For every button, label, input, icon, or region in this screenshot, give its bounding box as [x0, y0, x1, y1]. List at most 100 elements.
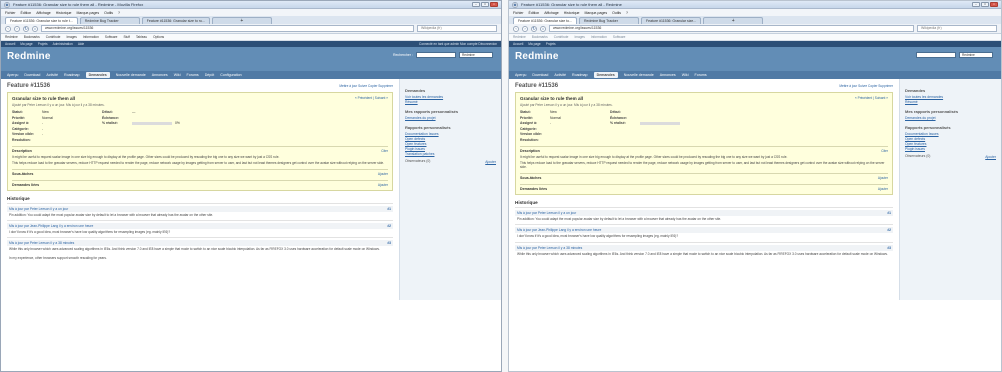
reload-icon[interactable]: ↻ [531, 25, 537, 32]
forward-icon[interactable]: › [522, 25, 528, 32]
add-subtask-link[interactable]: Ajouter [878, 176, 888, 180]
tab-overview[interactable]: Aperçu [515, 73, 526, 77]
sidebar-link[interactable]: Résumé [905, 100, 996, 104]
journal-author[interactable]: Mis à jour par Peter Leeson il y a 38 mi… [517, 246, 582, 250]
close-button[interactable]: × [990, 2, 998, 7]
tab-wiki[interactable]: Wiki [174, 73, 181, 77]
search-input[interactable]: Wikipedia (fr) [917, 25, 997, 32]
reload-icon[interactable]: ↻ [23, 25, 29, 32]
menu-item[interactable]: Édition [21, 11, 32, 15]
bookmark-item[interactable]: Bookmarks [24, 35, 40, 39]
url-field[interactable]: www.redmine.org/issues/11536 [549, 25, 914, 32]
add-watcher-link[interactable]: Ajouter [485, 160, 496, 164]
project-jump-select[interactable]: Redmine [959, 52, 993, 58]
top-menu-item[interactable]: Ma page [20, 42, 32, 46]
bookmark-item[interactable]: Bookmarks [532, 35, 548, 39]
tab-new-issue[interactable]: Nouvelle demande [116, 73, 146, 77]
browser-tab[interactable]: Redmine Bug Tracker [79, 17, 140, 24]
search-input[interactable]: Wikipedia (fr) [417, 25, 497, 32]
minimize-button[interactable]: – [972, 2, 980, 7]
journal-number[interactable]: #2 [387, 224, 391, 228]
sidebar-link[interactable]: Demandes du projet [905, 116, 996, 120]
tab-overview[interactable]: Aperçu [7, 73, 18, 77]
journal-author[interactable]: Mis à jour par Peter Leeson il y a 38 mi… [9, 241, 74, 245]
tab-download[interactable]: Download [532, 73, 548, 77]
bookmark-item[interactable]: Stuff [123, 35, 130, 39]
journal-author[interactable]: Mis à jour par Peter Leeson il y a un jo… [517, 211, 576, 215]
sidebar-link[interactable]: Voir toutes les demandes [405, 95, 496, 99]
bookmark-item[interactable]: Contribute [46, 35, 61, 39]
quick-search-input[interactable] [916, 52, 956, 58]
tab-new-issue[interactable]: Nouvelle demande [624, 73, 654, 77]
account-links[interactable]: Connecté en tant que admin Mon compte Dé… [419, 42, 497, 46]
tab-roadmap[interactable]: Roadmap [64, 73, 80, 77]
tab-news[interactable]: Annonces [152, 73, 168, 77]
new-tab-button[interactable]: + [211, 17, 272, 24]
bookmark-item[interactable]: Contribute [554, 35, 569, 39]
bookmark-item[interactable]: Redmine [513, 35, 526, 39]
bookmark-item[interactable]: Images [66, 35, 76, 39]
sidebar-link[interactable]: Documentation Issues [405, 132, 496, 136]
menu-item[interactable]: ? [626, 11, 628, 15]
sidebar-link[interactable]: Plugin issues [905, 147, 996, 151]
tab-wiki[interactable]: Wiki [682, 73, 689, 77]
sidebar-link[interactable]: Documentation Issues [905, 132, 996, 136]
top-menu-item[interactable]: Administration [53, 42, 73, 46]
browser-tab[interactable]: Feature #11536: Granular size to... [513, 17, 578, 24]
add-relation-link[interactable]: Ajouter [878, 187, 888, 191]
close-button[interactable]: × [490, 2, 498, 7]
add-subtask-link[interactable]: Ajouter [378, 172, 388, 176]
top-menu-item[interactable]: Projets [546, 42, 556, 46]
bookmark-item[interactable]: Information [83, 35, 99, 39]
url-field[interactable]: www.redmine.org/issues/11536 [41, 25, 414, 32]
issue-actions[interactable]: Mettre à jour Suivre Copier Supprimer [839, 84, 893, 88]
bookmark-item[interactable]: Images [574, 35, 584, 39]
browser-tab[interactable]: Redmine Bug Tracker [579, 17, 640, 24]
sidebar-link[interactable]: Demandes du projet [405, 116, 496, 120]
back-icon[interactable]: ‹ [5, 25, 11, 32]
bookmark-item[interactable]: Redmine [5, 35, 18, 39]
menu-item[interactable]: Fichier [5, 11, 16, 15]
tab-news[interactable]: Annonces [660, 73, 676, 77]
tab-issues[interactable]: Demandes [593, 72, 618, 78]
forward-icon[interactable]: › [14, 25, 20, 32]
tab-issues[interactable]: Demandes [85, 72, 110, 78]
top-menu-item[interactable]: Accueil [513, 42, 523, 46]
add-watcher-link[interactable]: Ajouter [985, 155, 996, 159]
sidebar-link[interactable]: Open features [405, 142, 496, 146]
browser-tab[interactable]: Feature #11536: Granular size... [641, 17, 702, 24]
maximize-button[interactable]: □ [981, 2, 989, 7]
sidebar-link[interactable]: Open features [905, 142, 996, 146]
sidebar-link[interactable]: Plugin issues [405, 147, 496, 151]
new-tab-button[interactable]: + [703, 17, 764, 24]
issue-actions[interactable]: Mettre à jour Suivre Copier Supprimer [339, 84, 393, 88]
tab-repository[interactable]: Dépôt [205, 73, 215, 77]
home-icon[interactable]: ⌂ [32, 25, 38, 32]
bookmark-item[interactable]: Software [105, 35, 118, 39]
bookmark-item[interactable]: Tableau [136, 35, 147, 39]
bookmark-item[interactable]: Information [591, 35, 607, 39]
menu-item[interactable]: Édition [529, 11, 540, 15]
tab-activity[interactable]: Activité [46, 73, 58, 77]
home-icon[interactable]: ⌂ [540, 25, 546, 32]
browser-tab[interactable]: Feature #11536: Granular size to rule t.… [5, 17, 78, 24]
sidebar-link[interactable]: Translation patches [405, 152, 496, 156]
tab-forums[interactable]: Forums [695, 73, 707, 77]
add-relation-link[interactable]: Ajouter [378, 183, 388, 187]
top-menu-item[interactable]: Projets [38, 42, 48, 46]
journal-author[interactable]: Mis à jour par Peter Leeson il y a un jo… [9, 207, 68, 211]
journal-number[interactable]: #3 [387, 241, 391, 245]
tab-roadmap[interactable]: Roadmap [572, 73, 588, 77]
journal-number[interactable]: #2 [887, 228, 891, 232]
menu-item[interactable]: ? [118, 11, 120, 15]
journal-author[interactable]: Mis à jour par Jean-Philippe Lang il y a… [517, 228, 601, 232]
menu-item[interactable]: Outils [612, 11, 621, 15]
tab-download[interactable]: Download [24, 73, 40, 77]
browser-tab[interactable]: Feature #11536: Granular size to ru... [141, 17, 210, 24]
menu-item[interactable]: Historique [56, 11, 72, 15]
menu-item[interactable]: Historique [564, 11, 580, 15]
issue-pagination[interactable]: « Précédent | Suivant » [855, 96, 888, 101]
quote-link[interactable]: Citer [881, 149, 888, 153]
top-menu-item[interactable]: Aide [78, 42, 84, 46]
minimize-button[interactable]: – [472, 2, 480, 7]
